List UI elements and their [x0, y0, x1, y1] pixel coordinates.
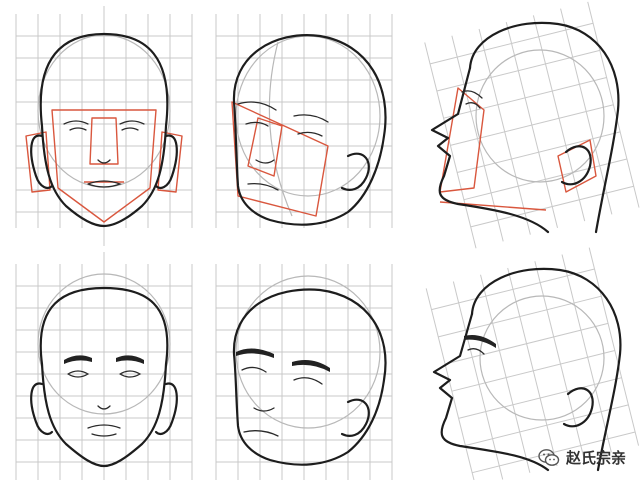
three-quarter-head-construction: [215, 14, 393, 228]
profile-head-construction: [424, 1, 640, 249]
watermark-text: 赵氏宗亲: [565, 449, 626, 467]
front-head-finished: [15, 252, 193, 480]
three-quarter-head-finished: [215, 264, 393, 480]
grid-lines: [215, 264, 393, 480]
watermark: 赵氏宗亲: [538, 447, 626, 468]
grid-lines: [424, 1, 640, 249]
profile-head-finished: [425, 247, 640, 480]
wechat-logo-icon: [538, 448, 560, 466]
front-head-construction: [15, 6, 193, 246]
face-construction-sheet: 赵氏宗亲: [0, 0, 640, 480]
